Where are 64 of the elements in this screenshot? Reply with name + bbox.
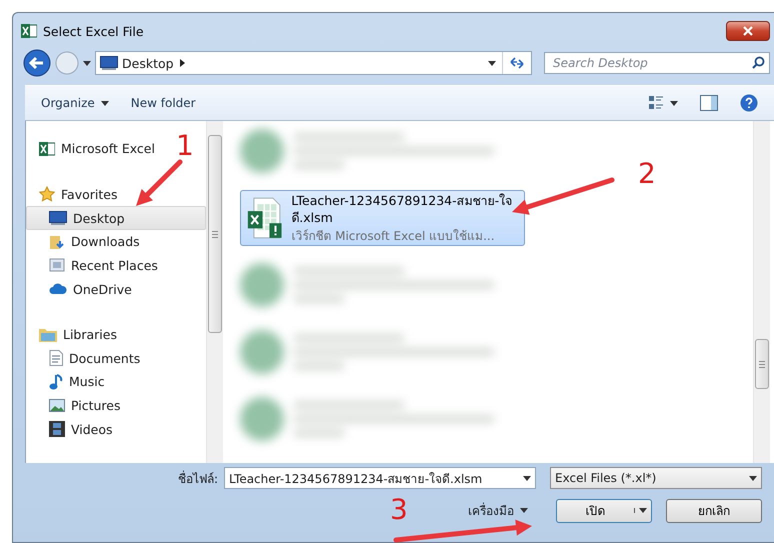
caret-icon bbox=[749, 476, 757, 480]
annotation-arrow bbox=[136, 160, 182, 206]
refresh-icon bbox=[509, 56, 525, 70]
preview-pane-icon bbox=[700, 95, 718, 111]
sidebar-item[interactable]: Favorites bbox=[26, 182, 124, 206]
monitor-icon bbox=[100, 56, 118, 70]
sidebar-item[interactable]: Recent Places bbox=[26, 254, 165, 278]
spreadsheet-icon bbox=[39, 140, 55, 157]
film-icon bbox=[49, 421, 65, 438]
step-number: 1 bbox=[176, 132, 194, 160]
step-number: 3 bbox=[390, 496, 408, 524]
document-icon bbox=[49, 350, 63, 366]
cancel-button[interactable]: ยกเลิก bbox=[666, 498, 762, 522]
sidebar-item[interactable]: Documents bbox=[26, 346, 148, 370]
sidebar-item[interactable]: Desktop bbox=[26, 206, 206, 230]
sidebar-item[interactable]: Videos bbox=[26, 417, 120, 442]
history-caret-icon bbox=[83, 60, 91, 66]
window-title: Select Excel File bbox=[43, 24, 145, 38]
music-note-icon bbox=[49, 374, 63, 390]
back-button[interactable] bbox=[23, 49, 51, 77]
picture-icon bbox=[49, 399, 65, 412]
sidebar-item[interactable]: Microsoft Excel bbox=[26, 137, 162, 161]
star-icon bbox=[39, 186, 55, 202]
sidebar-item[interactable]: OneDrive bbox=[26, 277, 139, 301]
caret-icon bbox=[488, 60, 496, 66]
file-name-label: ชื่อไฟล์: bbox=[178, 470, 218, 488]
grip-icon bbox=[212, 230, 218, 238]
close-icon bbox=[743, 26, 753, 36]
details-view-icon bbox=[648, 95, 664, 111]
tools-menu[interactable]: เครื่องมือ bbox=[460, 497, 536, 524]
grip-icon bbox=[759, 360, 765, 368]
spreadsheet-icon bbox=[21, 23, 37, 39]
help-icon bbox=[740, 94, 758, 112]
caret-icon bbox=[523, 476, 531, 480]
search-field[interactable]: Search Desktop bbox=[544, 52, 770, 74]
address-bar[interactable]: Desktop bbox=[95, 51, 532, 75]
recent-places-icon bbox=[49, 257, 65, 274]
monitor-icon bbox=[49, 211, 67, 226]
file-tile[interactable]: LTeacher-1234567891234-สมชาย-ใจดี.xlsm เวิร์กชีต Microsoft Excel แบบใช้แม... bbox=[240, 190, 525, 246]
step-number: 2 bbox=[638, 160, 656, 188]
sidebar-item[interactable]: Pictures bbox=[26, 394, 128, 418]
breadcrumb[interactable]: Desktop bbox=[122, 56, 174, 70]
file-name-field[interactable]: LTeacher-1234567891234-สมชาย-ใจดี.xlsm bbox=[224, 467, 536, 489]
cloud-icon bbox=[49, 283, 67, 296]
caret-icon bbox=[100, 100, 109, 106]
sidebar-item[interactable]: Music bbox=[26, 370, 112, 394]
file-type-dropdown[interactable]: Excel Files (*.xl*) bbox=[550, 467, 762, 489]
file-name: LTeacher-1234567891234-สมชาย-ใจดี.xlsm bbox=[291, 192, 514, 226]
caret-icon bbox=[520, 508, 528, 513]
sidebar-item[interactable]: Libraries bbox=[26, 322, 124, 346]
close-button[interactable] bbox=[726, 21, 770, 41]
file-type: เวิร์กชีต Microsoft Excel แบบใช้แม... bbox=[291, 228, 496, 244]
chevron-right-icon bbox=[180, 59, 185, 67]
folder-download-icon bbox=[49, 234, 65, 250]
organize-menu[interactable]: Organize bbox=[33, 92, 117, 114]
scrollbar[interactable] bbox=[206, 121, 223, 463]
search-icon bbox=[752, 56, 765, 69]
open-button[interactable]: เปิด bbox=[556, 498, 652, 522]
caret-icon bbox=[670, 100, 678, 106]
folder-icon bbox=[39, 327, 57, 342]
sidebar-item[interactable]: Downloads bbox=[26, 230, 147, 254]
scrollbar[interactable] bbox=[753, 121, 770, 463]
caret-icon bbox=[639, 508, 647, 513]
new-folder-button[interactable]: New folder bbox=[122, 92, 204, 114]
